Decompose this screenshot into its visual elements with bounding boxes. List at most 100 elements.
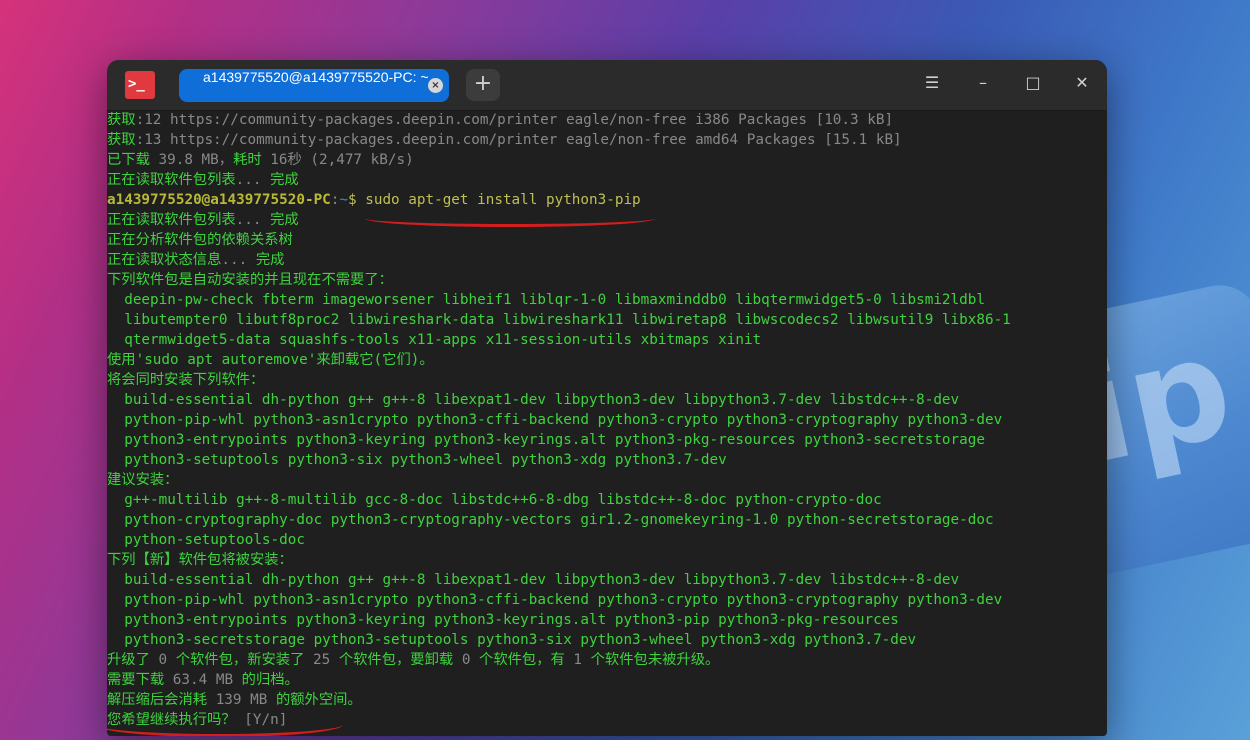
terminal-text: 解压缩后会消耗 bbox=[107, 692, 216, 708]
terminal-line: python3-entrypoints python3-keyring pyth… bbox=[107, 610, 1107, 630]
annotation-underline-command bbox=[365, 210, 655, 227]
terminal-line: 正在读取软件包列表... 完成 bbox=[107, 170, 1107, 190]
terminal-line: build-essential dh-python g++ g++-8 libe… bbox=[107, 390, 1107, 410]
terminal-line: 正在读取状态信息... 完成 bbox=[107, 250, 1107, 270]
tab-terminal-session[interactable]: a1439775520@a1439775520-PC: ~ × bbox=[179, 69, 449, 102]
terminal-text: ... bbox=[235, 212, 271, 228]
terminal-text: libutempter0 libutf8proc2 libwireshark-d… bbox=[107, 312, 1011, 328]
terminal-text: 下列【新】软件包将被安装： bbox=[107, 552, 293, 568]
close-button[interactable]: ✕ bbox=[1070, 73, 1094, 97]
terminal-text: ... bbox=[235, 172, 271, 188]
terminal-output[interactable]: 获取:12 https://community-packages.deepin.… bbox=[107, 110, 1107, 736]
terminal-line: 需要下载 63.4 MB 的归档。 bbox=[107, 670, 1107, 690]
terminal-text: ... bbox=[221, 252, 256, 268]
terminal-text: python-cryptography-doc python3-cryptogr… bbox=[107, 512, 994, 528]
terminal-text: build-essential dh-python g++ g++-8 libe… bbox=[107, 392, 960, 408]
terminal-text: python3-entrypoints python3-keyring pyth… bbox=[107, 612, 899, 628]
terminal-line: 建议安装： bbox=[107, 470, 1107, 490]
terminal-line: 升级了 0 个软件包，新安装了 25 个软件包，要卸载 0 个软件包，有 1 个… bbox=[107, 650, 1107, 670]
terminal-line: python-pip-whl python3-asn1crypto python… bbox=[107, 410, 1107, 430]
terminal-app-icon: >_ bbox=[125, 71, 155, 99]
terminal-text: 39.8 MB， bbox=[158, 152, 234, 168]
terminal-text: g++-multilib g++-8-multilib gcc-8-doc li… bbox=[107, 492, 882, 508]
terminal-line: g++-multilib g++-8-multilib gcc-8-doc li… bbox=[107, 490, 1107, 510]
terminal-line: 获取:12 https://community-packages.deepin.… bbox=[107, 110, 1107, 130]
title-bar[interactable]: >_ a1439775520@a1439775520-PC: ~ × + ☰ –… bbox=[107, 60, 1107, 111]
terminal-text: $ sudo apt-get install python3-pip bbox=[348, 192, 641, 208]
terminal-text: 使用 bbox=[107, 352, 136, 368]
maximize-button[interactable]: □ bbox=[1021, 73, 1045, 97]
tab-title: a1439775520@a1439775520-PC: ~ bbox=[203, 69, 429, 85]
terminal-text: 个软件包未被升级。 bbox=[590, 652, 720, 668]
terminal-line: python-setuptools-doc bbox=[107, 530, 1107, 550]
terminal-text: 获取 bbox=[107, 132, 136, 148]
terminal-text: 获取 bbox=[107, 112, 136, 128]
terminal-text: python3-entrypoints python3-keyring pyth… bbox=[107, 432, 985, 448]
terminal-text: 正在读取状态信息 bbox=[107, 252, 222, 268]
terminal-text: python3-setuptools python3-six python3-w… bbox=[107, 452, 727, 468]
terminal-line: deepin-pw-check fbterm imageworsener lib… bbox=[107, 290, 1107, 310]
terminal-text: python-pip-whl python3-asn1crypto python… bbox=[107, 592, 1003, 608]
terminal-text: 0 bbox=[158, 652, 176, 668]
new-tab-button[interactable]: + bbox=[466, 69, 500, 101]
tab-close-icon[interactable]: × bbox=[428, 78, 443, 93]
terminal-line: python3-secretstorage python3-setuptools… bbox=[107, 630, 1107, 650]
terminal-line: 正在分析软件包的依赖关系树 bbox=[107, 230, 1107, 250]
terminal-text: ~ bbox=[339, 192, 349, 208]
terminal-text: 耗时 bbox=[233, 152, 271, 168]
terminal-text: 将会同时安装下列软件： bbox=[107, 372, 265, 388]
terminal-line: python3-setuptools python3-six python3-w… bbox=[107, 450, 1107, 470]
terminal-text: 已下载 bbox=[107, 152, 159, 168]
terminal-text: 升级了 bbox=[107, 652, 159, 668]
terminal-text: 个软件包，新安装了 bbox=[175, 652, 313, 668]
terminal-text: 完成 bbox=[270, 172, 299, 188]
terminal-line: 获取:13 https://community-packages.deepin.… bbox=[107, 130, 1107, 150]
terminal-text: qtermwidget5-data squashfs-tools x11-app… bbox=[107, 332, 762, 348]
terminal-text: build-essential dh-python g++ g++-8 libe… bbox=[107, 572, 960, 588]
terminal-line: build-essential dh-python g++ g++-8 libe… bbox=[107, 570, 1107, 590]
terminal-text: :13 https://community-packages.deepin.co… bbox=[135, 132, 902, 148]
terminal-text: 25 bbox=[313, 652, 339, 668]
terminal-text: 个软件包，有 bbox=[479, 652, 574, 668]
terminal-text: 下列软件包是自动安装的并且现在不需要了： bbox=[107, 272, 393, 288]
terminal-text: deepin-pw-check fbterm imageworsener lib… bbox=[107, 292, 985, 308]
terminal-text: 正在读取软件包列表 bbox=[107, 212, 236, 228]
minimize-button[interactable]: – bbox=[971, 73, 995, 97]
terminal-text: python-pip-whl python3-asn1crypto python… bbox=[107, 412, 1003, 428]
menu-icon[interactable]: ☰ bbox=[920, 73, 944, 97]
terminal-text: 完成 bbox=[270, 212, 299, 228]
terminal-text: 建议安装： bbox=[107, 472, 179, 488]
terminal-line: 将会同时安装下列软件： bbox=[107, 370, 1107, 390]
terminal-line: 下列软件包是自动安装的并且现在不需要了： bbox=[107, 270, 1107, 290]
terminal-text: 16秒 (2,477 kB/s) bbox=[270, 152, 414, 168]
terminal-text: 'sudo apt autoremove' bbox=[135, 352, 317, 368]
terminal-text: 139 MB bbox=[215, 692, 276, 708]
terminal-text: 来卸载它(它们)。 bbox=[316, 352, 434, 368]
terminal-line: a1439775520@a1439775520-PC:~$ sudo apt-g… bbox=[107, 190, 1107, 210]
terminal-text: 正在分析软件包的依赖关系树 bbox=[107, 232, 293, 248]
terminal-text: 63.4 MB bbox=[172, 672, 242, 688]
terminal-line: 已下载 39.8 MB，耗时 16秒 (2,477 kB/s) bbox=[107, 150, 1107, 170]
terminal-text: :12 https://community-packages.deepin.co… bbox=[135, 112, 894, 128]
terminal-text: python-setuptools-doc bbox=[107, 532, 305, 548]
terminal-text: python3-secretstorage python3-setuptools… bbox=[107, 632, 917, 648]
terminal-line: libutempter0 libutf8proc2 libwireshark-d… bbox=[107, 310, 1107, 330]
terminal-line: python-cryptography-doc python3-cryptogr… bbox=[107, 510, 1107, 530]
terminal-line: 下列【新】软件包将被安装： bbox=[107, 550, 1107, 570]
terminal-text: a1439775520@a1439775520-PC bbox=[107, 192, 331, 208]
terminal-text: 1 bbox=[573, 652, 591, 668]
terminal-text: 的额外空间。 bbox=[275, 692, 362, 708]
terminal-text: 正在读取软件包列表 bbox=[107, 172, 236, 188]
terminal-line: python3-entrypoints python3-keyring pyth… bbox=[107, 430, 1107, 450]
terminal-window: >_ a1439775520@a1439775520-PC: ~ × + ☰ –… bbox=[107, 60, 1107, 736]
terminal-text: 需要下载 bbox=[107, 672, 173, 688]
terminal-text: 0 bbox=[461, 652, 480, 668]
terminal-text: 完成 bbox=[255, 252, 285, 268]
terminal-line: 使用'sudo apt autoremove'来卸载它(它们)。 bbox=[107, 350, 1107, 370]
annotation-underline-prompt bbox=[107, 712, 343, 736]
terminal-text: 的归档。 bbox=[241, 672, 299, 688]
terminal-line: 解压缩后会消耗 139 MB 的额外空间。 bbox=[107, 690, 1107, 710]
terminal-line: qtermwidget5-data squashfs-tools x11-app… bbox=[107, 330, 1107, 350]
terminal-text: 个软件包，要卸载 bbox=[338, 652, 462, 668]
terminal-line: python-pip-whl python3-asn1crypto python… bbox=[107, 590, 1107, 610]
